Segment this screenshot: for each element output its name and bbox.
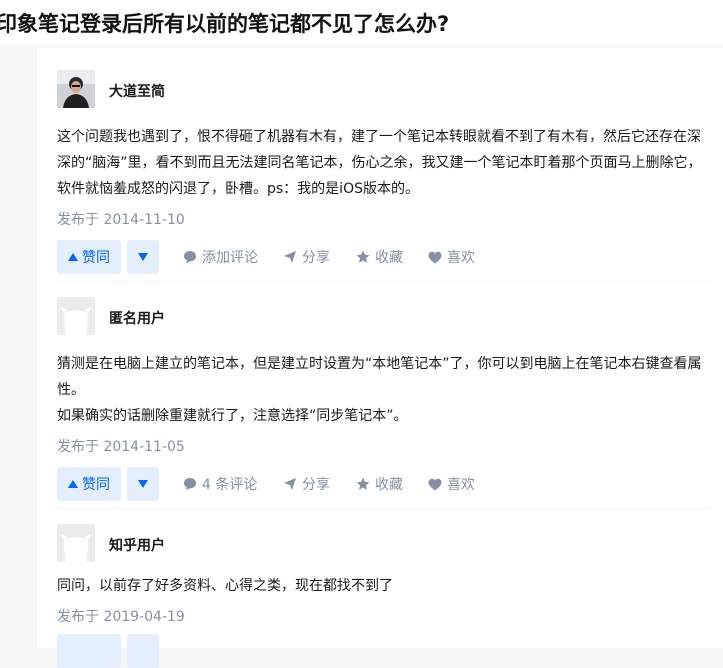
answer-paragraph: 这个问题我也遇到了，恨不得砸了机器有木有，建了一个笔记本转眼就看不到了有木有，然… (57, 129, 702, 197)
publish-date[interactable]: 发布于 2014-11-05 (57, 436, 709, 456)
publish-date[interactable]: 发布于 2019-04-19 (57, 606, 709, 626)
vote-down-button[interactable] (127, 240, 159, 274)
share-icon (284, 478, 296, 490)
like-button[interactable]: 喜欢 (428, 240, 475, 274)
star-icon (356, 250, 370, 263)
vote-up-label: 赞同 (82, 250, 110, 266)
vote-up-button[interactable]: 赞同 (57, 240, 121, 274)
comment-label: 4 条评论 (202, 477, 258, 493)
vote-up-label: 赞同 (82, 477, 110, 493)
divider (57, 508, 709, 509)
divider (57, 281, 709, 282)
share-button[interactable]: 分享 (283, 240, 330, 274)
vote-up-button[interactable]: 赞同 (57, 467, 121, 501)
collect-button[interactable]: 收藏 (356, 467, 403, 501)
question-header: 印象笔记登录后所有以前的笔记都不见了怎么办? (0, 0, 723, 44)
answer-paragraph: 同问，以前存了好多资料、心得之类，现在都找不到了 (57, 578, 393, 594)
triangle-up-icon (68, 253, 78, 261)
action-bar (57, 634, 709, 668)
author-info: 大道至简 (57, 70, 709, 110)
comment-label: 添加评论 (202, 250, 258, 266)
answer-content: 猜测是在电脑上建立的笔记本，但是建立时设置为“本地笔记本”了，你可以到电脑上在笔… (57, 351, 709, 429)
answer-content: 同问，以前存了好多资料、心得之类，现在都找不到了 (57, 573, 709, 599)
question-title[interactable]: 印象笔记登录后所有以前的笔记都不见了怎么办? (0, 8, 449, 38)
author-name[interactable]: 大道至简 (109, 81, 165, 101)
share-icon (284, 251, 296, 263)
author-info: 知乎用户 (57, 524, 709, 564)
comment-icon (184, 251, 196, 263)
share-button[interactable]: 分享 (283, 467, 330, 501)
publish-date[interactable]: 发布于 2014-11-10 (57, 209, 709, 229)
collect-label: 收藏 (375, 477, 403, 493)
comment-button[interactable]: 添加评论 (183, 240, 258, 274)
answer-paragraph: 如果确实的话删除重建就行了，注意选择“同步笔记本”。 (57, 408, 408, 424)
star-icon (356, 477, 370, 490)
like-button[interactable]: 喜欢 (428, 467, 475, 501)
avatar[interactable] (57, 70, 95, 108)
collect-button[interactable]: 收藏 (356, 240, 403, 274)
collect-label: 收藏 (375, 250, 403, 266)
answer-item: 匿名用户 猜测是在电脑上建立的笔记本，但是建立时设置为“本地笔记本”了，你可以到… (57, 297, 709, 501)
author-name[interactable]: 匿名用户 (109, 308, 165, 328)
author-name[interactable]: 知乎用户 (109, 535, 165, 555)
comment-icon (184, 478, 196, 490)
vote-down-button[interactable] (127, 467, 159, 501)
triangle-down-icon (138, 480, 148, 488)
like-label: 喜欢 (447, 250, 475, 266)
action-bar: 赞同 添加评论 分享 收藏 喜欢 (57, 240, 709, 274)
heart-icon (428, 251, 442, 263)
share-label: 分享 (302, 250, 330, 266)
answer-content: 这个问题我也遇到了，恨不得砸了机器有木有，建了一个笔记本转眼就看不到了有木有，然… (57, 124, 709, 202)
heart-icon (428, 478, 442, 490)
triangle-up-icon (68, 480, 78, 488)
answer-item: 知乎用户 同问，以前存了好多资料、心得之类，现在都找不到了 发布于 2019-0… (57, 524, 709, 668)
vote-down-button[interactable] (127, 634, 159, 668)
avatar[interactable] (57, 297, 95, 335)
triangle-down-icon (138, 253, 148, 261)
answer-paragraph: 猜测是在电脑上建立的笔记本，但是建立时设置为“本地笔记本”了，你可以到电脑上在笔… (57, 356, 702, 398)
action-bar: 赞同 4 条评论 分享 收藏 喜欢 (57, 467, 709, 501)
comment-button[interactable]: 4 条评论 (183, 467, 257, 501)
answer-list: 大道至简 这个问题我也遇到了，恨不得砸了机器有木有，建了一个笔记本转眼就看不到了… (37, 48, 723, 668)
like-label: 喜欢 (447, 477, 475, 493)
share-label: 分享 (302, 477, 330, 493)
answer-item: 大道至简 这个问题我也遇到了，恨不得砸了机器有木有，建了一个笔记本转眼就看不到了… (57, 70, 709, 274)
avatar[interactable] (57, 524, 95, 562)
vote-up-button[interactable] (57, 634, 121, 668)
author-info: 匿名用户 (57, 297, 709, 337)
